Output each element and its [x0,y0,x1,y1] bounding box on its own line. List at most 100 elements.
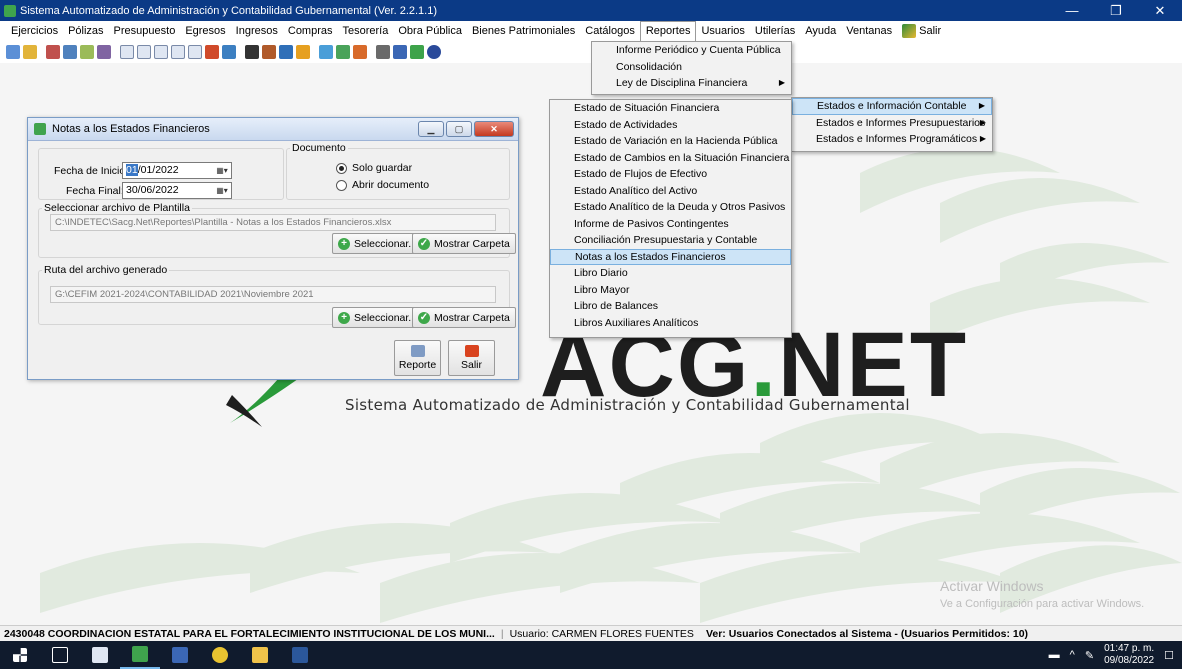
submenu-arrow-icon: ▶ [978,101,985,110]
plantilla-path-field[interactable]: C:\INDETEC\Sacg.Net\Reportes\Plantilla -… [50,214,496,231]
table-icon[interactable] [97,45,111,59]
dialog-close-button[interactable]: ✕ [474,121,514,137]
submenu-arrow-icon: ▶ [778,78,785,87]
menu-polizas[interactable]: Pólizas [63,21,108,41]
menu-ingresos[interactable]: Ingresos [231,21,283,41]
menu-item-flujos-efectivo[interactable]: Estado de Flujos de Efectivo [550,166,791,183]
ruta-seleccionar-button[interactable]: + Seleccionar... [332,307,424,328]
chart-icon[interactable] [262,45,276,59]
menu-item-estados-programaticos[interactable]: Estados e Informes Programáticos ▶ [792,131,992,148]
menu-item-conciliacion[interactable]: Conciliación Presupuestaria y Contable [550,232,791,249]
dialog-maximize-button[interactable]: ▢ [446,121,472,137]
menu-bienes-patrimoniales[interactable]: Bienes Patrimoniales [467,21,580,41]
salir-button[interactable]: Salir [448,340,495,376]
minimize-button[interactable]: — [1050,0,1094,21]
menu-item-estados-contable[interactable]: Estados e Información Contable ▶ [792,98,992,115]
menu-presupuesto[interactable]: Presupuesto [109,21,181,41]
radio-dot [336,179,347,191]
dialog-minimize-button[interactable]: ▁ [418,121,444,137]
menu-ejercicios[interactable]: Ejercicios [6,21,63,41]
menu-item-libro-diario[interactable]: Libro Diario [550,265,791,282]
menu-item-libro-balances[interactable]: Libro de Balances [550,298,791,315]
chat-icon[interactable] [353,45,367,59]
settings-icon[interactable] [222,45,236,59]
calendar-dropdown-icon[interactable]: ▦▾ [215,184,229,197]
taskbar-word[interactable] [280,641,320,669]
menu-tesoreria[interactable]: Tesorería [338,21,394,41]
plantilla-seleccionar-button[interactable]: + Seleccionar... [332,233,424,254]
close-button[interactable]: ✕ [1138,0,1182,21]
edit-icon[interactable] [336,45,350,59]
battery-icon[interactable]: ▬ [1049,649,1060,661]
menu-item-analitico-deuda[interactable]: Estado Analítico de la Deuda y Otros Pas… [550,199,791,216]
menu-item-analitico-activo[interactable]: Estado Analítico del Activo [550,183,791,200]
calculator-icon[interactable] [63,45,77,59]
document-d-icon[interactable] [137,45,151,59]
menu-item-libro-mayor[interactable]: Libro Mayor [550,282,791,299]
status-connected-users[interactable]: Ver: Usuarios Conectados al Sistema - (U… [706,628,1028,640]
menu-item-variacion-hacienda[interactable]: Estado de Variación en la Hacienda Públi… [550,133,791,150]
pen-icon[interactable]: ✎ [1085,649,1094,662]
menu-item-estados-presupuestarios[interactable]: Estados e Informes Presupuestarios ▶ [792,115,992,132]
save-icon[interactable] [410,45,424,59]
menu-item-notas-estados-financieros[interactable]: Notas a los Estados Financieros [550,248,791,265]
menu-ayuda[interactable]: Ayuda [800,21,841,41]
user-icon[interactable] [393,45,407,59]
menu-item-libros-auxiliares[interactable]: Libros Auxiliares Analíticos [550,315,791,332]
refresh-icon[interactable] [6,45,20,59]
ruta-path-field[interactable]: G:\CEFIM 2021-2024\CONTABILIDAD 2021\Nov… [50,286,496,303]
menu-ventanas[interactable]: Ventanas [841,21,897,41]
document-e-icon[interactable] [154,45,168,59]
help-icon[interactable] [427,45,441,59]
menu-egresos[interactable]: Egresos [180,21,230,41]
grid-icon[interactable] [80,45,94,59]
menu-item-consolidacion[interactable]: Consolidación [592,59,791,76]
menu-usuarios[interactable]: Usuarios [696,21,749,41]
taskbar-chrome[interactable] [200,641,240,669]
maximize-button[interactable]: ❐ [1094,0,1138,21]
menu-salir[interactable]: Salir [897,21,946,41]
document-c-icon[interactable] [120,45,134,59]
reporte-button[interactable]: Reporte [394,340,441,376]
menu-catalogos[interactable]: Catálogos [580,21,640,41]
taskbar-app-3[interactable] [160,641,200,669]
menu-obra-publica[interactable]: Obra Pública [393,21,467,41]
menu-reportes[interactable]: Reportes [639,21,697,41]
chevron-up-icon[interactable]: ^ [1070,649,1075,661]
menu-item-situacion-financiera[interactable]: Estado de Situación Financiera [550,100,791,117]
menu-utilerias[interactable]: Utilerías [750,21,800,41]
start-button[interactable] [0,641,40,669]
report-icon[interactable] [205,45,219,59]
users-icon[interactable] [279,45,293,59]
calendar-dropdown-icon[interactable]: ▦▾ [215,164,229,177]
document-f-icon[interactable] [171,45,185,59]
menu-item-actividades[interactable]: Estado de Actividades [550,117,791,134]
clock[interactable]: 01:47 p. m. 09/08/2022 [1104,643,1154,667]
notification-icon[interactable]: ☐ [1164,649,1174,662]
tools-icon[interactable] [46,45,60,59]
box-icon[interactable] [296,45,310,59]
list-icon[interactable] [319,45,333,59]
menu-compras[interactable]: Compras [283,21,338,41]
radio-abrir-documento[interactable]: Abrir documento [336,179,429,191]
task-view-button[interactable] [40,641,80,669]
taskbar-explorer[interactable] [240,641,280,669]
book-icon[interactable] [245,45,259,59]
menu-item-informe-periodico[interactable]: Informe Periódico y Cuenta Pública [592,42,791,59]
salir-label: Salir [460,359,482,371]
document-g-icon[interactable] [188,45,202,59]
taskbar-app-1[interactable] [80,641,120,669]
hierarchy-icon[interactable] [376,45,390,59]
fecha-final-input[interactable]: 30/06/2022 ▦▾ [122,182,232,199]
radio-solo-guardar[interactable]: Solo guardar [336,162,412,174]
taskbar-app-sacg[interactable] [120,641,160,669]
dialog-titlebar[interactable]: Notas a los Estados Financieros ▁ ▢ ✕ [28,118,518,141]
menu-item-ley-disciplina[interactable]: Ley de Disciplina Financiera ▶ [592,75,791,92]
plantilla-mostrar-carpeta-button[interactable]: ✓ Mostrar Carpeta [412,233,516,254]
menu-item-pasivos-contingentes[interactable]: Informe de Pasivos Contingentes [550,216,791,233]
fecha-inicio-input[interactable]: 01/01/2022 ▦▾ [122,162,232,179]
ruta-mostrar-carpeta-button[interactable]: ✓ Mostrar Carpeta [412,307,516,328]
app-icon [4,4,16,17]
menu-item-cambios-situacion[interactable]: Estado de Cambios en la Situación Financ… [550,150,791,167]
folder-icon[interactable] [23,45,37,59]
